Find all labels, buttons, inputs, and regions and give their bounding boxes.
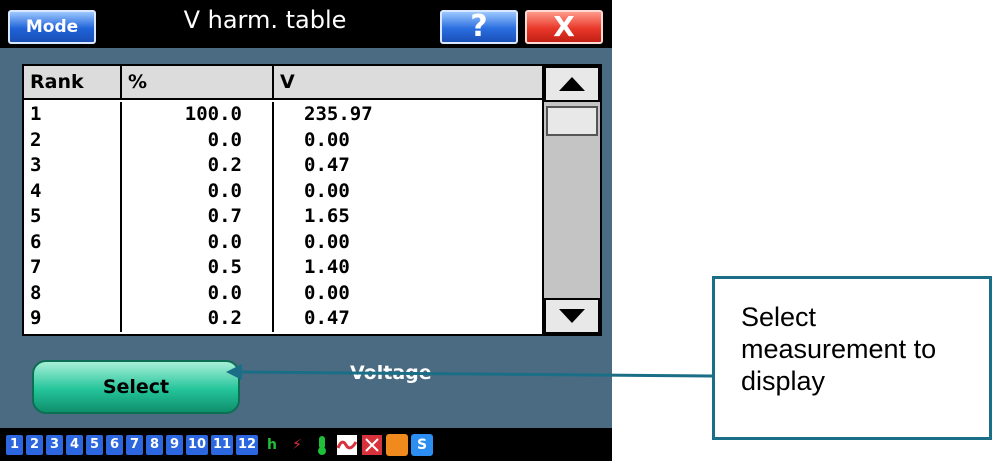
rank-cell: 5	[24, 204, 122, 230]
channel-2-icon: 2	[26, 434, 43, 455]
table-row[interactable]: 2 0.0 0.00	[24, 127, 542, 153]
table-row[interactable]: 4 0.0 0.00	[24, 178, 542, 204]
voltage-cell: 235.97	[304, 103, 373, 125]
voltage-cell: 1.65	[304, 205, 350, 227]
table-row[interactable]: 8 0.0 0.00	[24, 280, 542, 306]
link-error-icon: ⚡	[292, 436, 302, 453]
channel-4-icon: 4	[66, 434, 83, 455]
status-bar: 1 2 3 4 5 6 7 8 9 10 11 12 h ⚡ S	[0, 428, 612, 461]
voltage-cell: 0.47	[304, 154, 350, 176]
scroll-thumb[interactable]	[546, 106, 598, 136]
channel-8-icon: 8	[146, 434, 163, 455]
help-button[interactable]: ?	[440, 10, 518, 44]
hold-icon: h	[267, 436, 277, 453]
percent-cell: 0.0	[122, 280, 274, 306]
select-button[interactable]: Select	[32, 360, 240, 414]
channel-6-icon: 6	[106, 434, 123, 455]
close-button[interactable]: X	[525, 10, 603, 44]
voltage-cell: 0.00	[304, 230, 350, 253]
battery-icon	[386, 433, 408, 456]
channel-7-icon: 7	[126, 434, 143, 455]
channel-9-icon: 9	[166, 434, 183, 455]
column-header-percent: %	[122, 66, 274, 98]
percent-cell: 0.2	[122, 306, 274, 332]
rank-cell: 8	[24, 280, 122, 306]
arrow-down-icon	[559, 309, 585, 323]
rank-cell: 7	[24, 255, 122, 281]
rank-cell: 3	[24, 153, 122, 179]
voltage-cell: 0.00	[304, 179, 350, 202]
temperature-icon	[311, 434, 333, 456]
channel-10-icon: 10	[186, 434, 208, 455]
percent-cell: 0.0	[122, 127, 274, 153]
voltage-cell: 0.00	[304, 128, 350, 151]
table-row[interactable]: 9 0.2 0.47	[24, 306, 542, 332]
rank-cell: 1	[24, 102, 122, 128]
sd-icon: S	[411, 433, 433, 456]
rank-cell: 2	[24, 127, 122, 153]
table-row[interactable]: 5 0.7 1.65	[24, 204, 542, 230]
percent-cell: 0.0	[122, 229, 274, 255]
rank-cell: 4	[24, 178, 122, 204]
percent-cell: 100.0	[122, 102, 274, 128]
callout-text: Select measurement to display	[741, 302, 937, 396]
table-body: 1 100.0 235.97 2 0.0 0.00 3 0.2 0.47 4 0…	[24, 102, 542, 332]
harmonics-table: Rank % V 1 100.0 235.97 2 0.0 0.00 3 0.2…	[22, 64, 602, 336]
channel-11-icon: 11	[211, 434, 233, 455]
rank-cell: 9	[24, 306, 122, 332]
percent-cell: 0.7	[122, 204, 274, 230]
rank-cell: 6	[24, 229, 122, 255]
page-title: V harm. table	[183, 6, 347, 34]
annotation-callout: Select measurement to display	[712, 276, 992, 440]
mode-button[interactable]: Mode	[8, 10, 96, 44]
channel-1-icon: 1	[6, 434, 23, 455]
signal-error-icon	[336, 434, 358, 456]
percent-cell: 0.0	[122, 178, 274, 204]
device-screen: Mode V harm. table ? X Rank % V 1 100.0 …	[0, 0, 612, 461]
table-row[interactable]: 7 0.5 1.40	[24, 255, 542, 281]
measurement-label: Voltage	[350, 362, 432, 384]
percent-cell: 0.2	[122, 153, 274, 179]
alarm-icon	[361, 434, 383, 456]
title-bar: Mode V harm. table ? X	[0, 0, 612, 48]
table-header: Rank % V	[24, 66, 542, 100]
voltage-cell: 1.40	[304, 256, 350, 278]
arrow-up-icon	[559, 77, 585, 91]
channel-3-icon: 3	[46, 434, 63, 455]
table-row[interactable]: 6 0.0 0.00	[24, 229, 542, 255]
column-header-rank: Rank	[24, 66, 122, 98]
scroll-down-button[interactable]	[544, 298, 600, 334]
vertical-scrollbar[interactable]	[542, 66, 600, 334]
column-header-voltage: V	[274, 66, 542, 98]
channel-12-icon: 12	[236, 434, 258, 455]
scroll-up-button[interactable]	[544, 66, 600, 102]
table-row[interactable]: 3 0.2 0.47	[24, 153, 542, 179]
channel-5-icon: 5	[86, 434, 103, 455]
percent-cell: 0.5	[122, 255, 274, 281]
voltage-cell: 0.47	[304, 307, 350, 329]
voltage-cell: 0.00	[304, 281, 350, 304]
table-row[interactable]: 1 100.0 235.97	[24, 102, 542, 128]
